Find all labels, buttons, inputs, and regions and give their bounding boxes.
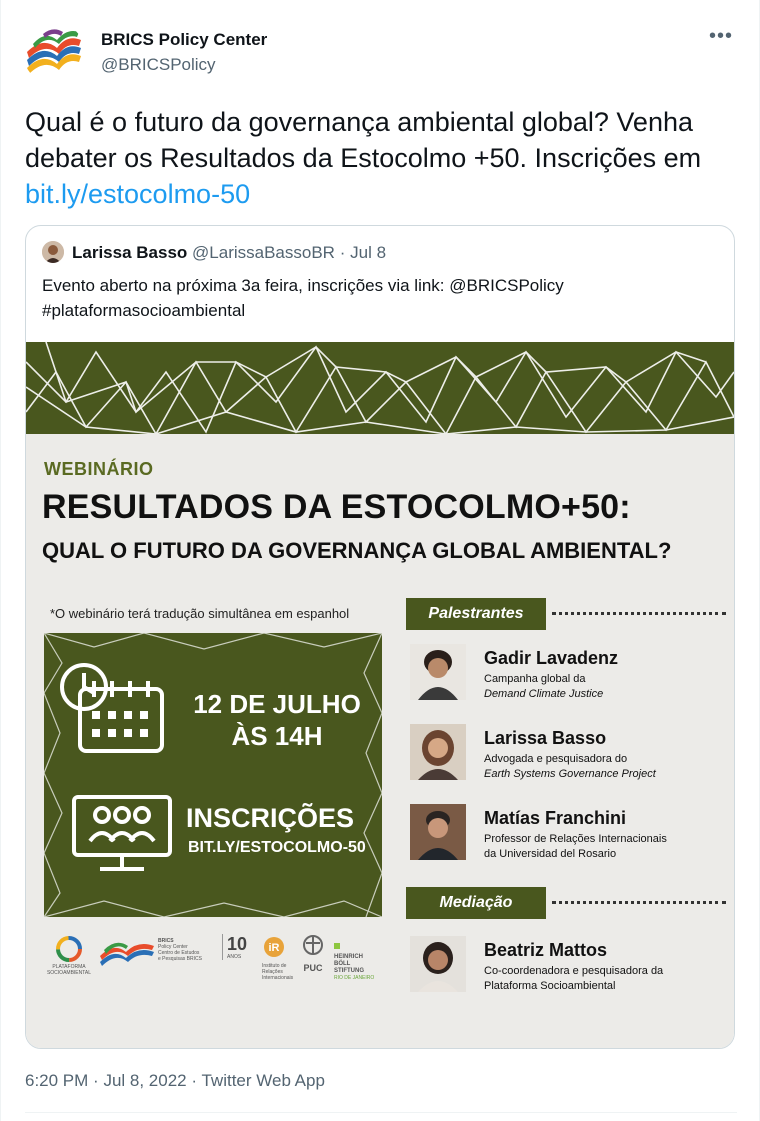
plataforma-logo: PLATAFORMA SOCIOAMBIENTAL <box>46 934 92 976</box>
speaker-role: Advogada e pesquisadora do Earth Systems… <box>484 752 724 782</box>
hbs-text-line4: RIO DE JANEIRO <box>334 975 375 981</box>
plataforma-label: PLATAFORMA SOCIOAMBIENTAL <box>46 964 92 976</box>
speaker-name: Larissa Basso <box>484 728 607 748</box>
speaker-photo <box>410 644 466 700</box>
quoted-tweet[interactable]: Larissa Basso @LarissaBassoBR · Jul 8 Ev… <box>25 225 735 1049</box>
moderation-dotted-line <box>552 901 726 904</box>
speaker-photo <box>410 804 466 860</box>
quoted-header: Larissa Basso @LarissaBassoBR · Jul 8 <box>72 243 386 263</box>
tweet-date[interactable]: Jul 8, 2022 <box>103 1071 186 1090</box>
hbs-logo: HEINRICH BÖLL STIFTUNG RIO DE JANEIRO <box>334 936 386 981</box>
tweet-card: BRICS Policy Center @BRICSPolicy ••• Qua… <box>0 0 760 1121</box>
quoted-author-avatar[interactable] <box>42 241 64 263</box>
tweet-time[interactable]: 6:20 PM <box>25 1071 88 1090</box>
event-date-line1: 12 DE JULHO <box>193 689 361 719</box>
speaker-name: Gadir Lavadenz <box>484 648 619 668</box>
speaker-role-line2: Demand Climate Justice <box>484 688 604 700</box>
person-photo-icon <box>410 644 466 700</box>
author-name[interactable]: BRICS Policy Center <box>101 30 267 50</box>
webinar-monitor-icon <box>72 795 172 871</box>
quoted-text-line1: Evento aberto na próxima 3a feira, inscr… <box>42 276 564 295</box>
more-options-icon[interactable]: ••• <box>709 26 732 50</box>
hbs-mark-icon <box>334 943 340 949</box>
hbs-text-line2: BÖLL <box>334 961 351 967</box>
poster-banner <box>26 342 734 436</box>
brics-wave-icon <box>100 942 154 966</box>
divider <box>25 1112 737 1113</box>
speaker-role-line1: Campanha global da <box>484 673 586 685</box>
moderator-name: Beatriz Mattos <box>484 940 608 960</box>
person-photo-icon <box>410 724 466 780</box>
ten-years-label: ANOS <box>227 954 242 960</box>
ring-logo-icon <box>56 936 82 962</box>
author-handle[interactable]: @BRICSPolicy <box>101 55 216 75</box>
speakers-tag: Palestrantes <box>406 598 546 630</box>
person-photo-icon <box>410 936 466 992</box>
event-date-line2: ÀS 14H <box>231 721 323 751</box>
svg-text:iR: iR <box>269 942 280 954</box>
hbs-text-line1: HEINRICH <box>334 954 364 960</box>
hbs-text-line3: STIFTUNG <box>334 968 364 974</box>
meta-separator-2: · <box>191 1071 198 1090</box>
event-info-box: 12 DE JULHO ÀS 14H INSCRIÇÕES BIT.LY/EST… <box>44 633 382 917</box>
partner-logos: PLATAFORMA SOCIOAMBIENTAL BRICS Policy C… <box>46 934 386 982</box>
speaker-role-line2: da Universidad del Rosario <box>484 848 617 860</box>
quoted-date[interactable]: Jul 8 <box>350 243 386 262</box>
moderation-tag: Mediação <box>406 887 546 919</box>
brics-logo-text: BRICS Policy Center Centro de Estudos e … <box>158 938 222 962</box>
brics-logo <box>100 938 154 973</box>
iri-logo: iR Instituto de Relações Internacionais <box>262 936 296 981</box>
event-poster-image[interactable]: WEBINÁRIO RESULTADOS DA ESTOCOLMO+50: QU… <box>26 342 734 1048</box>
tweet-source[interactable]: Twitter Web App <box>201 1071 324 1090</box>
speaker-role-line2: Earth Systems Governance Project <box>484 768 656 780</box>
speakers-dotted-line <box>552 612 726 615</box>
registration-link: BIT.LY/ESTOCOLMO-50 <box>188 839 366 856</box>
moderator-role-line1: Co-coordenadora e pesquisadora da <box>484 965 664 977</box>
speaker-role-line1: Professor de Relações Internacionais <box>484 833 667 845</box>
registration-title: INSCRIÇÕES <box>186 803 355 833</box>
quoted-separator: · <box>339 243 346 262</box>
quoted-text-line2: #plataformasocioambiental <box>42 301 246 320</box>
quoted-author-handle[interactable]: @LarissaBassoBR <box>192 243 335 262</box>
person-avatar-icon <box>42 241 64 263</box>
event-date: 12 DE JULHO ÀS 14H <box>182 688 372 752</box>
person-photo-icon <box>410 804 466 860</box>
speaker-name: Matías Franchini <box>484 808 627 828</box>
poster-title: RESULTADOS DA ESTOCOLMO+50: <box>42 488 631 526</box>
speaker-photo <box>410 724 466 780</box>
calendar-clock-icon <box>60 663 164 753</box>
author-avatar[interactable] <box>23 22 85 84</box>
iri-label: Instituto de Relações Internacionais <box>262 963 294 981</box>
speaker-role-line1: Advogada e pesquisadora do <box>484 753 628 765</box>
poster-translation-note: *O webinário terá tradução simultânea em… <box>50 606 350 621</box>
moderator-role: Co-coordenadora e pesquisadora da Plataf… <box>484 964 724 994</box>
quoted-author-name[interactable]: Larissa Basso <box>72 243 187 262</box>
geometric-pattern <box>26 342 734 436</box>
moderator-role-line2: Plataforma Socioambiental <box>484 980 616 992</box>
moderator-photo <box>410 936 466 992</box>
meta-separator-1: · <box>93 1071 99 1090</box>
tweet-text: Qual é o futuro da governança ambiental … <box>25 104 737 212</box>
tweet-metadata: 6:20 PM · Jul 8, 2022 · Twitter Web App <box>25 1071 325 1091</box>
poster-kicker: WEBINÁRIO <box>44 459 154 479</box>
speaker-role: Campanha global da Demand Climate Justic… <box>484 672 724 702</box>
puc-crest-icon <box>303 935 323 955</box>
puc-label: PUC <box>303 963 323 973</box>
iri-icon: iR <box>264 937 284 957</box>
quoted-text: Evento aberto na próxima 3a feira, inscr… <box>42 273 722 323</box>
tweet-link[interactable]: bit.ly/estocolmo-50 <box>25 179 250 209</box>
poster-subtitle: QUAL O FUTURO DA GOVERNANÇA GLOBAL AMBIE… <box>42 538 672 563</box>
ten-years-number: 10 <box>227 934 248 954</box>
brics-logo-icon <box>27 29 81 74</box>
brics-text-line4: e Pesquisas BRICS <box>158 956 202 962</box>
puc-logo: PUC <box>300 934 326 973</box>
ten-years-logo: 10 ANOS <box>222 934 248 960</box>
speaker-role: Professor de Relações Internacionais da … <box>484 832 724 862</box>
tweet-body: Qual é o futuro da governança ambiental … <box>25 107 702 173</box>
